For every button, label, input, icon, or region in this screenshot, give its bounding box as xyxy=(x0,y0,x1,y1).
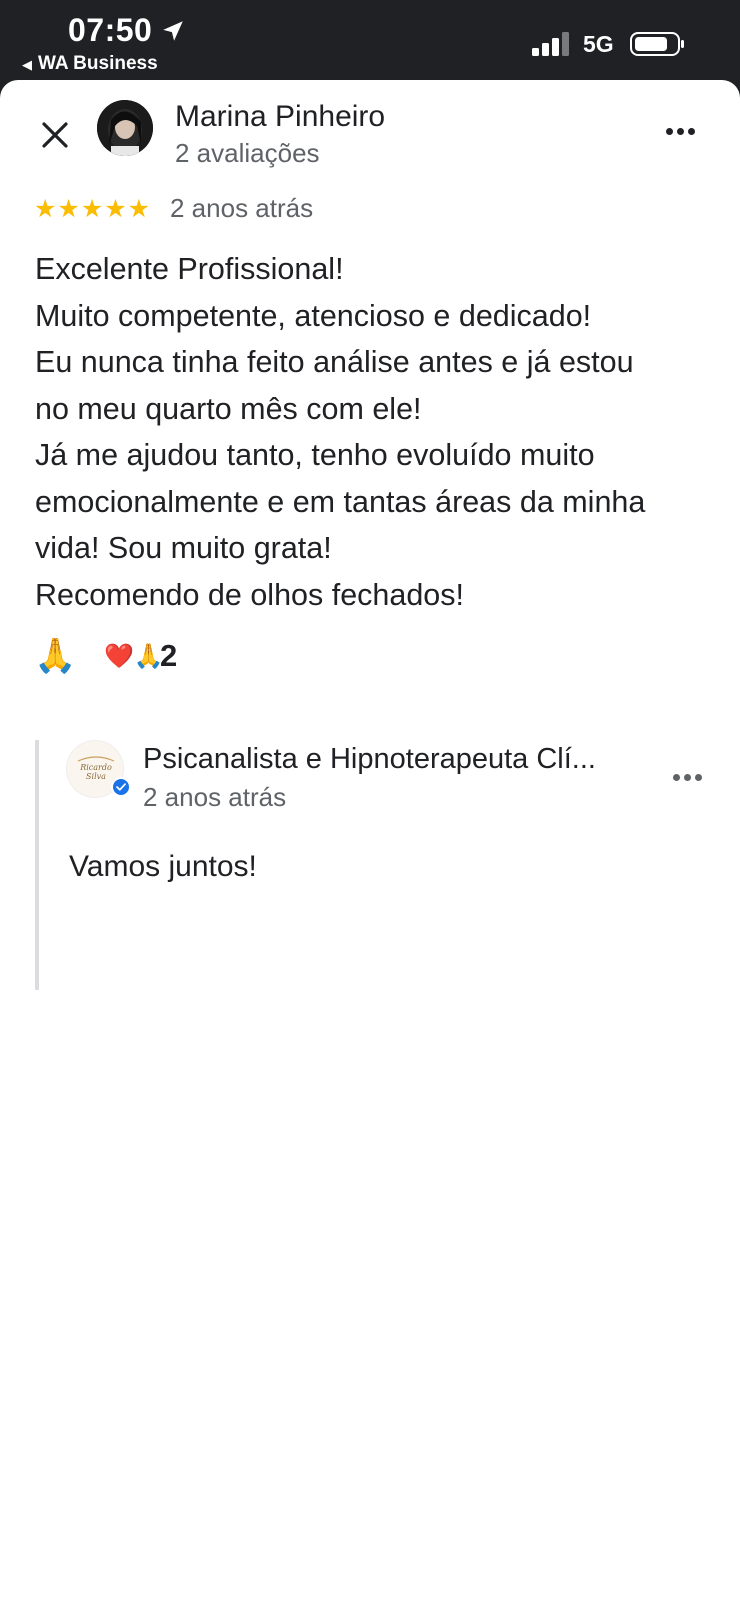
reviewer-review-count: 2 avaliações xyxy=(175,138,320,168)
back-triangle-icon: ◀ xyxy=(22,57,32,72)
signal-icon xyxy=(532,32,569,56)
review-line: Já me ajudou tanto, tenho evoluído muito xyxy=(35,438,595,472)
reviewer-avatar[interactable] xyxy=(97,100,153,156)
react-button[interactable]: 🙏 xyxy=(34,636,76,676)
reviewer-photo xyxy=(97,100,153,156)
logo-swoosh-icon xyxy=(77,756,115,762)
owner-name[interactable]: Psicanalista e Hipnoterapeuta Clí... xyxy=(143,743,663,776)
review-line: emocionalmente e em tantas áreas da minh… xyxy=(35,484,646,519)
review-line: vida! Sou muito grata! xyxy=(35,531,332,565)
reaction-summary[interactable]: ❤️🙏 xyxy=(104,642,164,671)
review-line: no meu quarto mês com ele! xyxy=(35,391,422,426)
review-line: Muito competente, atencioso e dedicado! xyxy=(35,298,592,333)
review-text: Excelente Profissional! Muito competente… xyxy=(35,246,715,618)
rating-stars: ★★★★★ xyxy=(34,195,152,223)
status-time: 07:50 xyxy=(68,12,153,48)
back-to-app-link[interactable]: ◀ WA Business xyxy=(22,53,158,75)
status-bar: 07:50 ◀ WA Business 5G xyxy=(0,0,740,86)
battery-icon xyxy=(630,32,684,56)
reaction-count: 2 xyxy=(160,638,178,673)
review-date: 2 anos atrás xyxy=(170,193,314,223)
owner-reply-text: Vamos juntos! xyxy=(69,850,257,883)
reviewer-name[interactable]: Marina Pinheiro xyxy=(175,100,385,134)
review-sheet: Marina Pinheiro 2 avaliações ★★★★★ 2 ano… xyxy=(0,80,740,1600)
review-line: Recomendo de olhos fechados! xyxy=(35,577,464,612)
owner-more-vert-icon[interactable] xyxy=(673,768,709,786)
location-arrow-icon xyxy=(163,21,183,41)
owner-reply-date: 2 anos atrás xyxy=(143,782,287,812)
close-icon[interactable] xyxy=(38,118,72,152)
review-line: Eu nunca tinha feito análise antes e já … xyxy=(35,345,634,379)
back-app-label: WA Business xyxy=(38,53,158,74)
review-line: Excelente Profissional! xyxy=(35,252,344,286)
owner-avatar[interactable]: Ricardo Silva xyxy=(66,740,131,798)
more-vert-icon[interactable] xyxy=(666,122,702,142)
owner-reply: Ricardo Silva Psicanalista e Hipnoterape… xyxy=(35,740,715,990)
network-type: 5G xyxy=(583,31,614,57)
verified-icon xyxy=(111,777,131,797)
